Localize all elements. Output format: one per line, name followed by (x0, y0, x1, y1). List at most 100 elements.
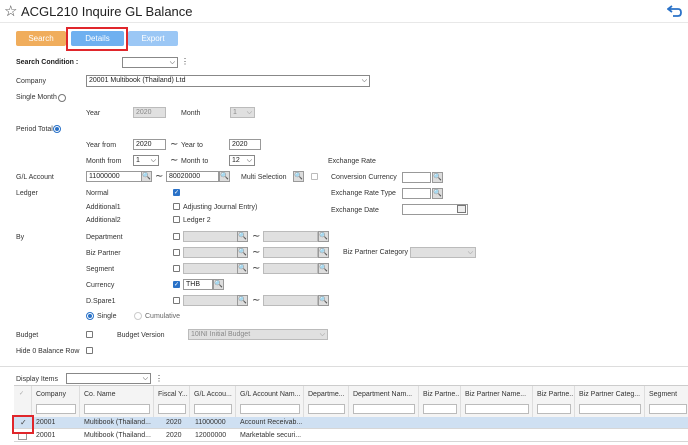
period-total-radio[interactable] (53, 125, 61, 133)
month-select[interactable]: 1 ⌵ (230, 107, 255, 118)
back-arrow-icon[interactable] (667, 4, 683, 18)
dspare-range-tilde: ∼ (252, 295, 261, 306)
search-button[interactable]: Search (16, 31, 66, 46)
gl-account-from-input[interactable]: 11000000 (86, 171, 142, 182)
currency-input[interactable]: THB (183, 279, 213, 290)
budget-label: Budget (16, 332, 39, 339)
dspare-to-input[interactable] (263, 295, 318, 306)
col-company[interactable]: Company (32, 386, 80, 418)
single-month-radio[interactable] (58, 94, 66, 102)
conversion-currency-search-icon[interactable]: 🔍 (432, 172, 443, 183)
budget-version-select[interactable]: 10INI Initial Budget ⌵ (188, 329, 328, 340)
header-check-icon[interactable]: ✓ (19, 390, 24, 397)
col-biz-partner-filter[interactable] (423, 404, 457, 414)
col-biz-partner-2-filter[interactable] (537, 404, 571, 414)
gl-from-search-icon[interactable]: 🔍 (141, 171, 152, 182)
segment-from-search-icon[interactable]: 🔍 (237, 263, 248, 274)
col-fiscal-year-filter[interactable] (158, 404, 186, 414)
gl-to-search-icon[interactable]: 🔍 (219, 171, 230, 182)
ledger-normal-checkbox[interactable]: ✓ (173, 189, 180, 196)
cell-fiscal-year: 2020 (166, 419, 182, 426)
col-biz-partner-category-filter[interactable] (579, 404, 641, 414)
adjusting-checkbox[interactable] (173, 203, 180, 210)
col-biz-partner-name-filter[interactable] (465, 404, 529, 414)
col-department-name-filter[interactable] (353, 404, 415, 414)
dspare-from-input[interactable] (183, 295, 238, 306)
calendar-icon[interactable] (457, 205, 466, 213)
col-department-name[interactable]: Department Nam... (349, 386, 419, 418)
year-from-input[interactable]: 2020 (133, 139, 166, 150)
currency-search-icon[interactable]: 🔍 (213, 279, 224, 290)
dspare-to-search-icon[interactable]: 🔍 (318, 295, 329, 306)
col-department[interactable]: Departme... (304, 386, 349, 418)
col-co-name-filter[interactable] (84, 404, 150, 414)
department-to-search-icon[interactable]: 🔍 (318, 231, 329, 242)
display-items-select[interactable]: ⌵ (66, 373, 151, 384)
col-biz-partner[interactable]: Biz Partne... (419, 386, 461, 418)
month-to-select[interactable]: 12 ⌵ (229, 155, 255, 166)
department-from-search-icon[interactable]: 🔍 (237, 231, 248, 242)
export-button[interactable]: Export (128, 31, 178, 46)
exchange-rate-label: Exchange Rate (328, 158, 376, 165)
col-segment[interactable]: Segment (645, 386, 688, 418)
details-highlight-box (66, 27, 128, 51)
favorite-star-icon[interactable]: ☆ (4, 3, 17, 20)
segment-to-search-icon[interactable]: 🔍 (318, 263, 329, 274)
exchange-rate-type-input[interactable] (402, 188, 431, 199)
col-co-name[interactable]: Co. Name (80, 386, 154, 418)
multi-selection-checkbox[interactable] (311, 173, 318, 180)
month-from-select[interactable]: 1 ⌵ (133, 155, 159, 166)
biz-partner-checkbox[interactable] (173, 249, 180, 256)
search-condition-select[interactable]: ⌵ (122, 57, 178, 68)
segment-checkbox[interactable] (173, 265, 180, 272)
search-condition-menu-icon[interactable]: ⋮ (181, 57, 189, 66)
col-co-name-label: Co. Name (84, 391, 116, 398)
month-from-label: Month from (86, 158, 122, 165)
year-to-input[interactable]: 2020 (229, 139, 261, 150)
conversion-currency-input[interactable] (402, 172, 431, 183)
segment-to-input[interactable] (263, 263, 318, 274)
col-department-filter[interactable] (308, 404, 345, 414)
col-segment-filter[interactable] (649, 404, 687, 414)
table-row[interactable]: ✓ 20001 Multibook (Thailand... 2020 1100… (14, 417, 688, 429)
multi-selection-search-icon[interactable]: 🔍 (293, 171, 304, 182)
cell-company: 20001 (36, 432, 56, 439)
year-range-tilde: ∼ (170, 139, 179, 150)
table-row[interactable]: 20001 Multibook (Thailand... 2020 120000… (14, 430, 688, 442)
company-select[interactable]: 20001 Multibook (Thailand) Ltd ⌵ (86, 75, 370, 87)
hide-zero-checkbox[interactable] (86, 347, 93, 354)
col-biz-partner-name[interactable]: Biz Partner Name... (461, 386, 533, 418)
dspare-checkbox[interactable] (173, 297, 180, 304)
exchange-rate-type-search-icon[interactable]: 🔍 (432, 188, 443, 199)
dspare-from-search-icon[interactable]: 🔍 (237, 295, 248, 306)
department-to-input[interactable] (263, 231, 318, 242)
single-radio[interactable] (86, 312, 94, 320)
biz-partner-label: Biz Partner (86, 250, 121, 257)
budget-checkbox[interactable] (86, 331, 93, 338)
biz-partner-category-select[interactable]: ⌵ (410, 247, 476, 258)
col-biz-partner-category[interactable]: Biz Partner Categ... (575, 386, 645, 418)
year-input[interactable]: 2020 (133, 107, 166, 118)
col-gl-account[interactable]: G/L Accou... (190, 386, 236, 418)
col-gl-account-name[interactable]: G/L Account Nam... (236, 386, 304, 418)
col-gl-account-filter[interactable] (194, 404, 232, 414)
biz-partner-to-input[interactable] (263, 247, 318, 258)
segment-from-input[interactable] (183, 263, 238, 274)
department-checkbox[interactable] (173, 233, 180, 240)
department-from-input[interactable] (183, 231, 238, 242)
gl-account-label: G/L Account (16, 174, 54, 181)
biz-partner-from-input[interactable] (183, 247, 238, 258)
biz-partner-to-search-icon[interactable]: 🔍 (318, 247, 329, 258)
gl-account-to-input[interactable]: 80020000 (166, 171, 219, 182)
cumulative-radio[interactable] (134, 312, 142, 320)
biz-partner-from-search-icon[interactable]: 🔍 (237, 247, 248, 258)
col-gl-account-name-filter[interactable] (240, 404, 300, 414)
year-to-label: Year to (181, 142, 203, 149)
col-company-filter[interactable] (36, 404, 76, 414)
display-items-menu-icon[interactable]: ⋮ (155, 374, 163, 383)
col-biz-partner-2[interactable]: Biz Partne... (533, 386, 575, 418)
ledger2-checkbox[interactable] (173, 216, 180, 223)
currency-checkbox[interactable]: ✓ (173, 281, 180, 288)
col-fiscal-year[interactable]: Fiscal Y... (154, 386, 190, 418)
currency-label: Currency (86, 282, 115, 289)
